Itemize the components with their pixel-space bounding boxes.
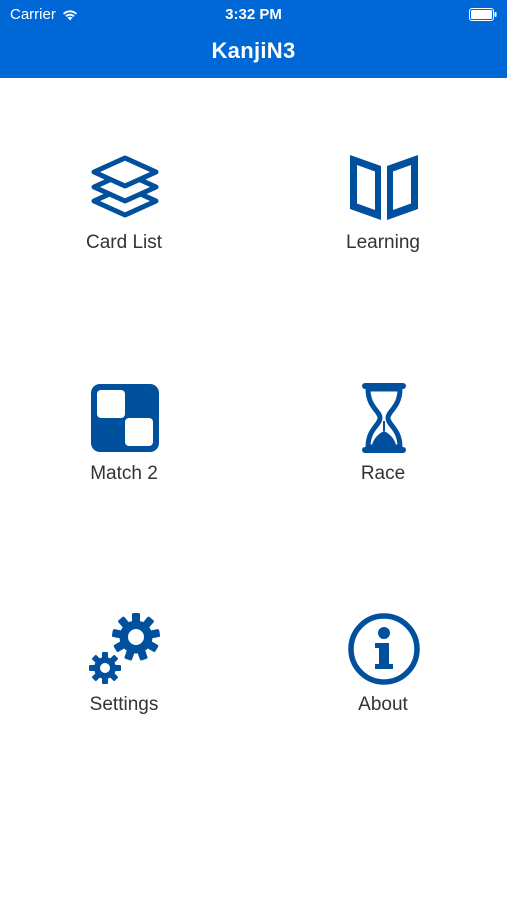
battery-icon: [469, 8, 497, 21]
about-label: About: [358, 694, 408, 715]
race-label: Race: [360, 463, 406, 484]
learning-button[interactable]: Learning: [283, 150, 483, 290]
settings-button[interactable]: Settings: [24, 612, 224, 752]
match-2-label: Match 2: [90, 463, 158, 484]
learning-label: Learning: [346, 232, 420, 253]
checkerboard-icon: [91, 384, 159, 452]
open-book-icon: [350, 155, 418, 220]
card-list-label: Card List: [85, 232, 163, 253]
page-title: KanjiN3: [211, 38, 296, 63]
settings-label: Settings: [89, 694, 159, 715]
about-button[interactable]: About: [283, 612, 483, 752]
match-2-button[interactable]: Match 2: [24, 381, 224, 521]
gears-icon: [89, 613, 161, 684]
race-button[interactable]: Race: [283, 381, 483, 521]
stacked-layers-icon: [91, 155, 159, 218]
navigation-bar: Carrier 3:32 PM KanjiN3: [0, 0, 507, 78]
card-list-button[interactable]: Card List: [24, 150, 224, 290]
hourglass-icon: [362, 383, 406, 453]
status-time: 3:32 PM: [225, 6, 282, 23]
info-icon: [348, 613, 420, 685]
